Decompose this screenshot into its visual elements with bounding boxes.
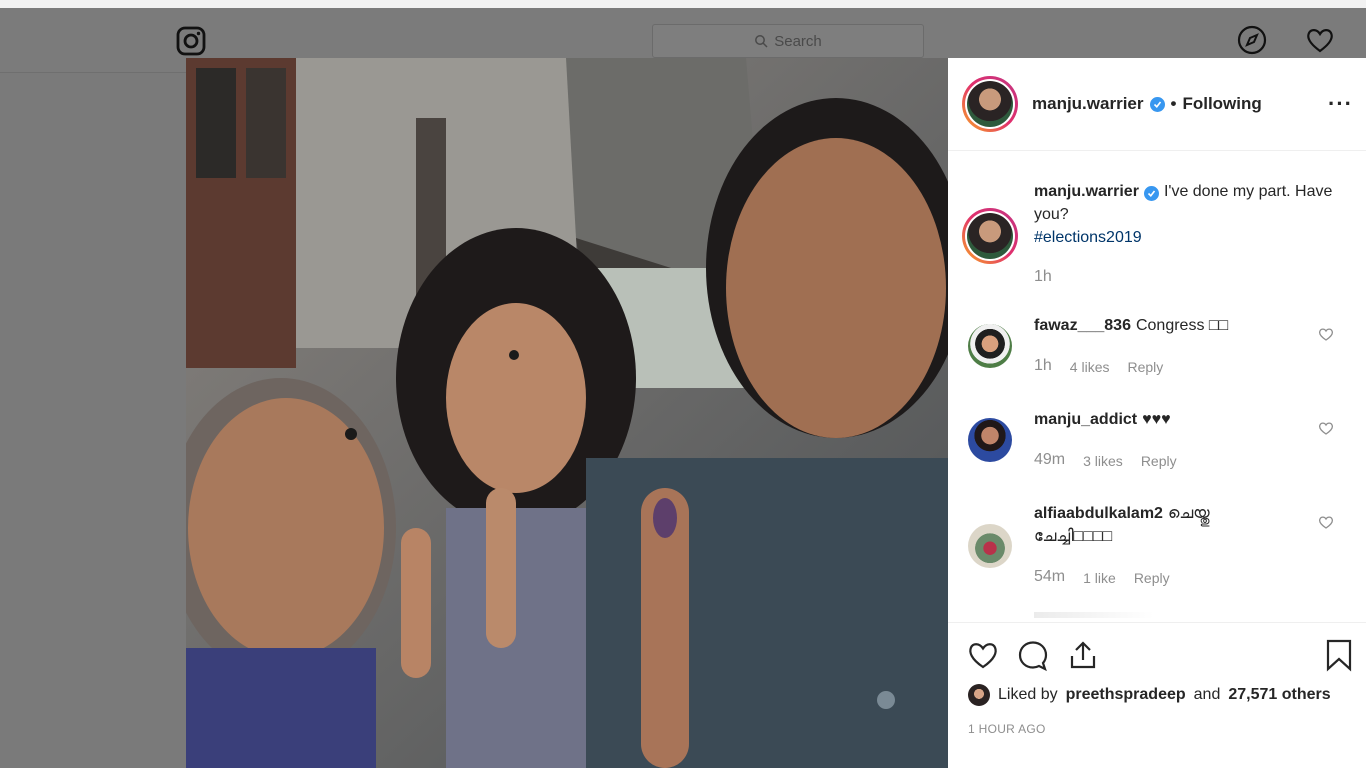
likes-summary: Liked by preethspradeep and 27,571 other… (968, 684, 1331, 706)
comment-username[interactable]: alfiaabdulkalam2 (1034, 505, 1163, 522)
comment-time: 1h (1034, 357, 1052, 374)
comment-body: ♥♥♥ (1142, 411, 1171, 428)
comment-like-icon[interactable] (1318, 326, 1334, 342)
caption-time: 1h (1034, 268, 1052, 285)
comment-text: fawaz___836 Congress □□ (1034, 314, 1228, 337)
comment-body: Congress □□ (1135, 317, 1229, 334)
liker-username[interactable]: preethspradeep (1066, 686, 1186, 704)
comment-username[interactable]: manju_addict (1034, 411, 1137, 428)
liked-by-label: Liked by (998, 686, 1058, 703)
comment-time: 49m (1034, 451, 1066, 468)
activity-heart-icon[interactable] (1304, 24, 1336, 56)
comment-meta: 49m 3 likes Reply (1034, 451, 1177, 469)
comment-like-icon[interactable] (1318, 514, 1334, 530)
comment-text: manju_addict ♥♥♥ (1034, 408, 1171, 431)
author-avatar[interactable] (962, 76, 1018, 132)
follow-dot: • (1170, 94, 1177, 113)
browser-top-strip (0, 0, 1366, 8)
verified-badge-icon (1143, 186, 1159, 201)
search-icon (755, 35, 768, 48)
caption-text: manju.warrier I've done my part. Have you… (1034, 180, 1334, 249)
compass-icon[interactable] (1236, 24, 1268, 56)
comment-avatar[interactable] (968, 524, 1012, 568)
comment-time: 54m (1034, 568, 1066, 585)
following-button[interactable]: Following (1182, 94, 1261, 114)
comment-meta: 1h 4 likes Reply (1034, 357, 1163, 375)
post-sidebar: manju.warrier • Following ··· manju.warr… (948, 58, 1366, 768)
more-options-icon[interactable]: ··· (1328, 93, 1353, 115)
likes-joiner: and (1193, 686, 1221, 703)
likes-others[interactable]: 27,571 others (1228, 686, 1330, 704)
reply-button[interactable]: Reply (1127, 359, 1163, 375)
comment-username[interactable]: fawaz___836 (1034, 317, 1131, 334)
verified-badge-icon (1149, 96, 1165, 112)
like-heart-icon[interactable] (966, 638, 1000, 672)
caption-username[interactable]: manju.warrier (1034, 183, 1139, 200)
comment-icon[interactable] (1016, 638, 1050, 672)
caption-hashtag[interactable]: #elections2019 (1034, 229, 1142, 246)
header-divider (948, 150, 1366, 151)
actions-divider (948, 622, 1366, 623)
post-photo-illustration (186, 58, 948, 768)
caption-meta: 1h (1034, 268, 1052, 286)
post-timestamp[interactable]: 1 HOUR AGO (968, 722, 1046, 736)
reply-button[interactable]: Reply (1141, 453, 1177, 469)
reply-button[interactable]: Reply (1134, 570, 1170, 586)
comment-likes[interactable]: 1 like (1083, 570, 1116, 586)
liker-avatar[interactable] (968, 684, 990, 706)
comment-avatar[interactable] (968, 418, 1012, 462)
comment-text: alfiaabdulkalam2 ചെയ്തു ചേച്ചി□□□□ (1034, 502, 1284, 548)
search-placeholder: Search (774, 32, 822, 50)
next-comment-fade (1034, 612, 1154, 618)
caption-avatar[interactable] (962, 208, 1018, 264)
comment-meta: 54m 1 like Reply (1034, 568, 1170, 586)
comment-like-icon[interactable] (1318, 420, 1334, 436)
post-header: manju.warrier • Following (1032, 94, 1262, 114)
instagram-icon[interactable] (176, 26, 206, 56)
author-username[interactable]: manju.warrier (1032, 94, 1144, 114)
search-input[interactable]: Search (652, 24, 924, 58)
share-icon[interactable] (1066, 638, 1100, 672)
bookmark-icon[interactable] (1322, 638, 1356, 672)
comment-likes[interactable]: 4 likes (1070, 359, 1110, 375)
comment-avatar[interactable] (968, 324, 1012, 368)
comment-likes[interactable]: 3 likes (1083, 453, 1123, 469)
post-photo[interactable] (186, 58, 948, 768)
